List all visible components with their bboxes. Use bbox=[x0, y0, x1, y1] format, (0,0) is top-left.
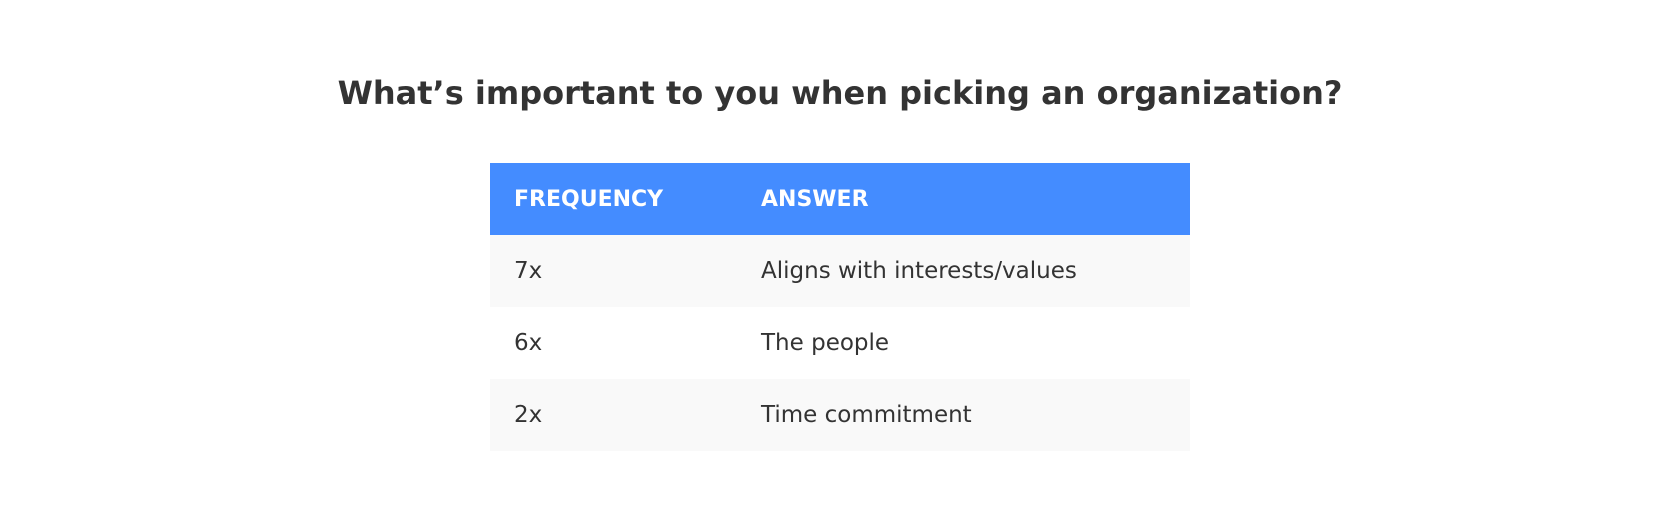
frequency-cell: 2x bbox=[514, 402, 543, 428]
column-header-answer: ANSWER bbox=[761, 186, 869, 212]
answer-cell: The people bbox=[761, 330, 890, 356]
survey-table-container: FREQUENCY ANSWER 7x Aligns with interest… bbox=[490, 163, 1190, 451]
page-title: What’s important to you when picking an … bbox=[337, 74, 1343, 112]
table-body: 7x Aligns with interests/values 6x The p… bbox=[490, 235, 1190, 451]
table-row: 6x The people bbox=[490, 307, 1190, 379]
table-header: FREQUENCY ANSWER bbox=[490, 163, 1190, 235]
table-row: 2x Time commitment bbox=[490, 379, 1190, 451]
survey-results-table: FREQUENCY ANSWER 7x Aligns with interest… bbox=[490, 163, 1190, 451]
column-header-frequency: FREQUENCY bbox=[514, 186, 664, 212]
frequency-cell: 6x bbox=[514, 330, 543, 356]
answer-cell: Time commitment bbox=[761, 402, 972, 428]
answer-cell: Aligns with interests/values bbox=[761, 258, 1077, 284]
table-row: 7x Aligns with interests/values bbox=[490, 235, 1190, 307]
table-header-row: FREQUENCY ANSWER bbox=[490, 163, 1190, 235]
frequency-cell: 7x bbox=[514, 258, 543, 284]
